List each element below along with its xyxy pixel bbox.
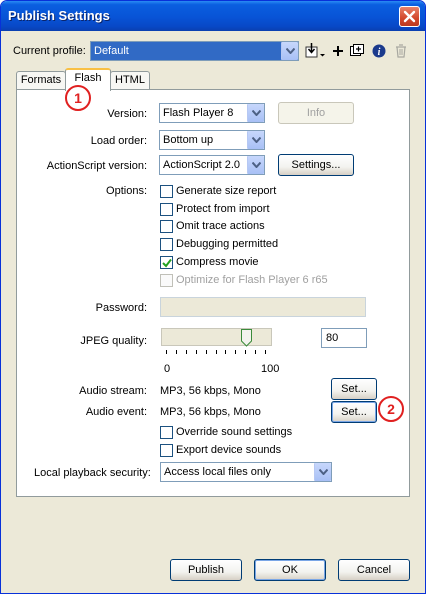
export-device-sounds-label: Export device sounds — [176, 444, 282, 456]
protect-from-import-label: Protect from import — [176, 203, 270, 215]
actionscript-version-value: ActionScript 2.0 — [163, 159, 241, 171]
duplicate-profile-icon[interactable] — [348, 42, 366, 60]
compress-movie-label: Compress movie — [176, 256, 259, 268]
info-button[interactable]: Info — [278, 102, 354, 124]
export-device-sounds-checkbox[interactable] — [160, 444, 173, 457]
generate-size-report-checkbox[interactable] — [160, 185, 173, 198]
options-label: Options: — [106, 185, 147, 197]
slider-tick — [186, 350, 187, 354]
generate-size-report-label: Generate size report — [176, 185, 277, 197]
tab-formats[interactable]: Formats — [16, 71, 66, 90]
audio-stream-value: MP3, 56 kbps, Mono — [160, 385, 261, 397]
password-field — [160, 297, 366, 317]
audio-event-label: Audio event: — [85, 406, 147, 418]
load-order-select[interactable]: Bottom up — [159, 130, 265, 150]
close-button[interactable] — [399, 6, 420, 27]
slider-tick — [255, 350, 256, 354]
debugging-permitted-checkbox[interactable] — [160, 238, 173, 251]
callout-1: 1 — [65, 85, 91, 111]
import-export-icon[interactable] — [305, 42, 327, 60]
delete-profile-icon — [392, 42, 410, 60]
slider-tick — [176, 350, 177, 354]
jpeg-quality-slider[interactable] — [161, 328, 272, 347]
slider-tick — [245, 350, 246, 354]
override-sound-settings-checkbox[interactable] — [160, 426, 173, 439]
version-select[interactable]: Flash Player 8 — [159, 103, 265, 123]
override-sound-settings-label: Override sound settings — [176, 426, 293, 438]
optimize-flash-player-checkbox — [160, 274, 173, 287]
slider-tick — [206, 350, 207, 354]
callout-2: 2 — [378, 396, 404, 422]
slider-tick — [225, 350, 226, 354]
current-profile-label: Current profile: — [13, 45, 86, 57]
version-select-value: Flash Player 8 — [163, 107, 234, 119]
chevron-down-icon — [247, 131, 264, 149]
slider-thumb[interactable] — [241, 329, 252, 347]
actionscript-version-label: ActionScript version: — [46, 160, 147, 172]
chevron-down-icon — [247, 104, 264, 122]
profile-info-icon[interactable]: i — [370, 42, 388, 60]
ok-button[interactable]: OK — [254, 559, 326, 581]
chevron-down-icon — [281, 42, 298, 60]
chevron-down-icon — [314, 463, 331, 481]
slider-tick — [196, 350, 197, 354]
chevron-down-icon — [247, 156, 264, 174]
tab-html[interactable]: HTML — [110, 71, 150, 90]
slider-ticks — [161, 350, 272, 355]
local-playback-security-label: Local playback security: — [34, 467, 151, 479]
publish-button[interactable]: Publish — [170, 559, 242, 581]
password-label: Password: — [95, 302, 147, 314]
add-profile-icon[interactable] — [329, 42, 347, 60]
jpeg-max-label: 100 — [261, 363, 280, 375]
publish-settings-dialog: Publish Settings Current profile: Defaul… — [0, 0, 426, 594]
slider-tick — [166, 350, 167, 354]
profile-select[interactable]: Default — [90, 41, 299, 61]
local-playback-security-select[interactable]: Access local files only — [160, 462, 332, 482]
protect-from-import-checkbox[interactable] — [160, 203, 173, 216]
jpeg-min-label: 0 — [164, 363, 171, 375]
audio-event-value: MP3, 56 kbps, Mono — [160, 406, 261, 418]
omit-trace-actions-label: Omit trace actions — [176, 220, 265, 232]
profile-select-value: Default — [94, 45, 129, 57]
jpeg-quality-value: 80 — [326, 332, 339, 344]
compress-movie-checkbox[interactable] — [160, 256, 173, 269]
svg-text:i: i — [378, 47, 381, 58]
cancel-button[interactable]: Cancel — [338, 559, 410, 581]
optimize-flash-player-label: Optimize for Flash Player 6 r65 — [176, 274, 328, 286]
slider-tick — [216, 350, 217, 354]
slider-tick — [265, 350, 266, 354]
debugging-permitted-label: Debugging permitted — [176, 238, 279, 250]
slider-tick — [235, 350, 236, 354]
audio-event-set-button[interactable]: Set... — [331, 401, 377, 423]
audio-stream-set-button[interactable]: Set... — [331, 378, 377, 400]
window-title: Publish Settings — [8, 8, 110, 23]
audio-stream-label: Audio stream: — [79, 385, 147, 397]
load-order-select-value: Bottom up — [163, 134, 214, 146]
local-playback-security-value: Access local files only — [164, 466, 271, 478]
jpeg-quality-input[interactable]: 80 — [321, 328, 367, 348]
jpeg-quality-label: JPEG quality: — [80, 335, 147, 347]
actionscript-version-select[interactable]: ActionScript 2.0 — [159, 155, 265, 175]
actionscript-settings-button[interactable]: Settings... — [278, 154, 354, 176]
title-bar[interactable]: Publish Settings — [1, 1, 425, 31]
load-order-label: Load order: — [90, 135, 147, 147]
omit-trace-actions-checkbox[interactable] — [160, 220, 173, 233]
version-label: Version: — [107, 108, 147, 120]
